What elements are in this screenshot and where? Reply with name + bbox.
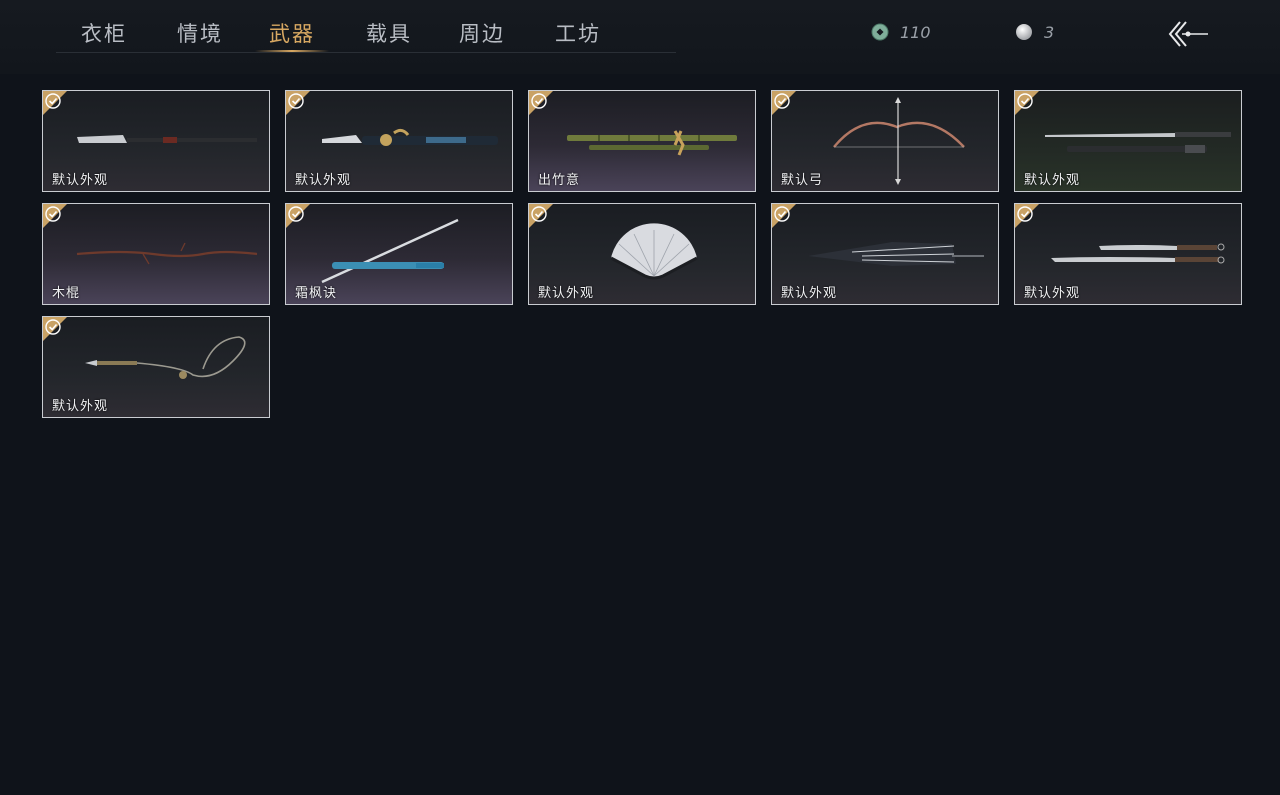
item-label: 默认外观 [52,399,109,414]
weapon-card[interactable]: 出竹意 [528,90,756,192]
pearl-amount: 3 [1044,22,1055,42]
item-label: 默认弓 [781,173,824,188]
equipped-check-icon [286,204,310,228]
jade-currency: 110 [870,22,931,42]
weapon-card[interactable]: 木棍 [42,203,270,305]
item-label: 默认外观 [538,286,595,301]
pearl-icon [1016,24,1032,40]
tab-accessories[interactable]: 周边 [459,18,505,52]
weapon-card[interactable]: 默认外观 [285,90,513,192]
equipped-check-icon [43,91,67,115]
equipped-check-icon [529,204,553,228]
top-bar: 衣柜 情境 武器 载具 周边 工坊 110 3 [0,0,1280,74]
equipped-check-icon [43,317,67,341]
tab-wardrobe[interactable]: 衣柜 [81,18,127,52]
jade-amount: 110 [900,22,931,42]
equipped-check-icon [286,91,310,115]
tab-workshop[interactable]: 工坊 [555,18,601,52]
equipped-check-icon [772,91,796,115]
equipped-check-icon [772,204,796,228]
weapon-card[interactable]: 默认外观 [42,90,270,192]
weapon-card[interactable]: 默认外观 [771,203,999,305]
item-label: 默认外观 [1024,286,1081,301]
item-label: 默认外观 [1024,173,1081,188]
equipped-check-icon [1015,91,1039,115]
pearl-currency: 3 [1014,22,1054,42]
item-label: 默认外观 [781,286,838,301]
category-tabs: 衣柜 情境 武器 载具 周边 工坊 [56,0,676,53]
equipped-check-icon [43,204,67,228]
item-label: 木棍 [52,286,81,301]
item-label: 默认外观 [295,173,352,188]
weapon-card[interactable]: 默认外观 [42,316,270,418]
weapon-card[interactable]: 默认弓 [771,90,999,192]
tab-vehicles[interactable]: 载具 [366,18,412,52]
weapon-card[interactable]: 默认外观 [1014,203,1242,305]
jade-coin-icon [871,23,889,41]
weapon-card[interactable]: 默认外观 [1014,90,1242,192]
item-label: 出竹意 [538,173,581,188]
item-label: 霜枫诀 [295,286,338,301]
tab-weapons[interactable]: 武器 [255,18,329,52]
item-label: 默认外观 [52,173,109,188]
back-arrow-icon[interactable] [1166,18,1210,50]
tab-scene[interactable]: 情境 [177,18,223,52]
equipped-check-icon [1015,204,1039,228]
equipped-check-icon [529,91,553,115]
weapon-card[interactable]: 默认外观 [528,203,756,305]
weapon-card[interactable]: 霜枫诀 [285,203,513,305]
